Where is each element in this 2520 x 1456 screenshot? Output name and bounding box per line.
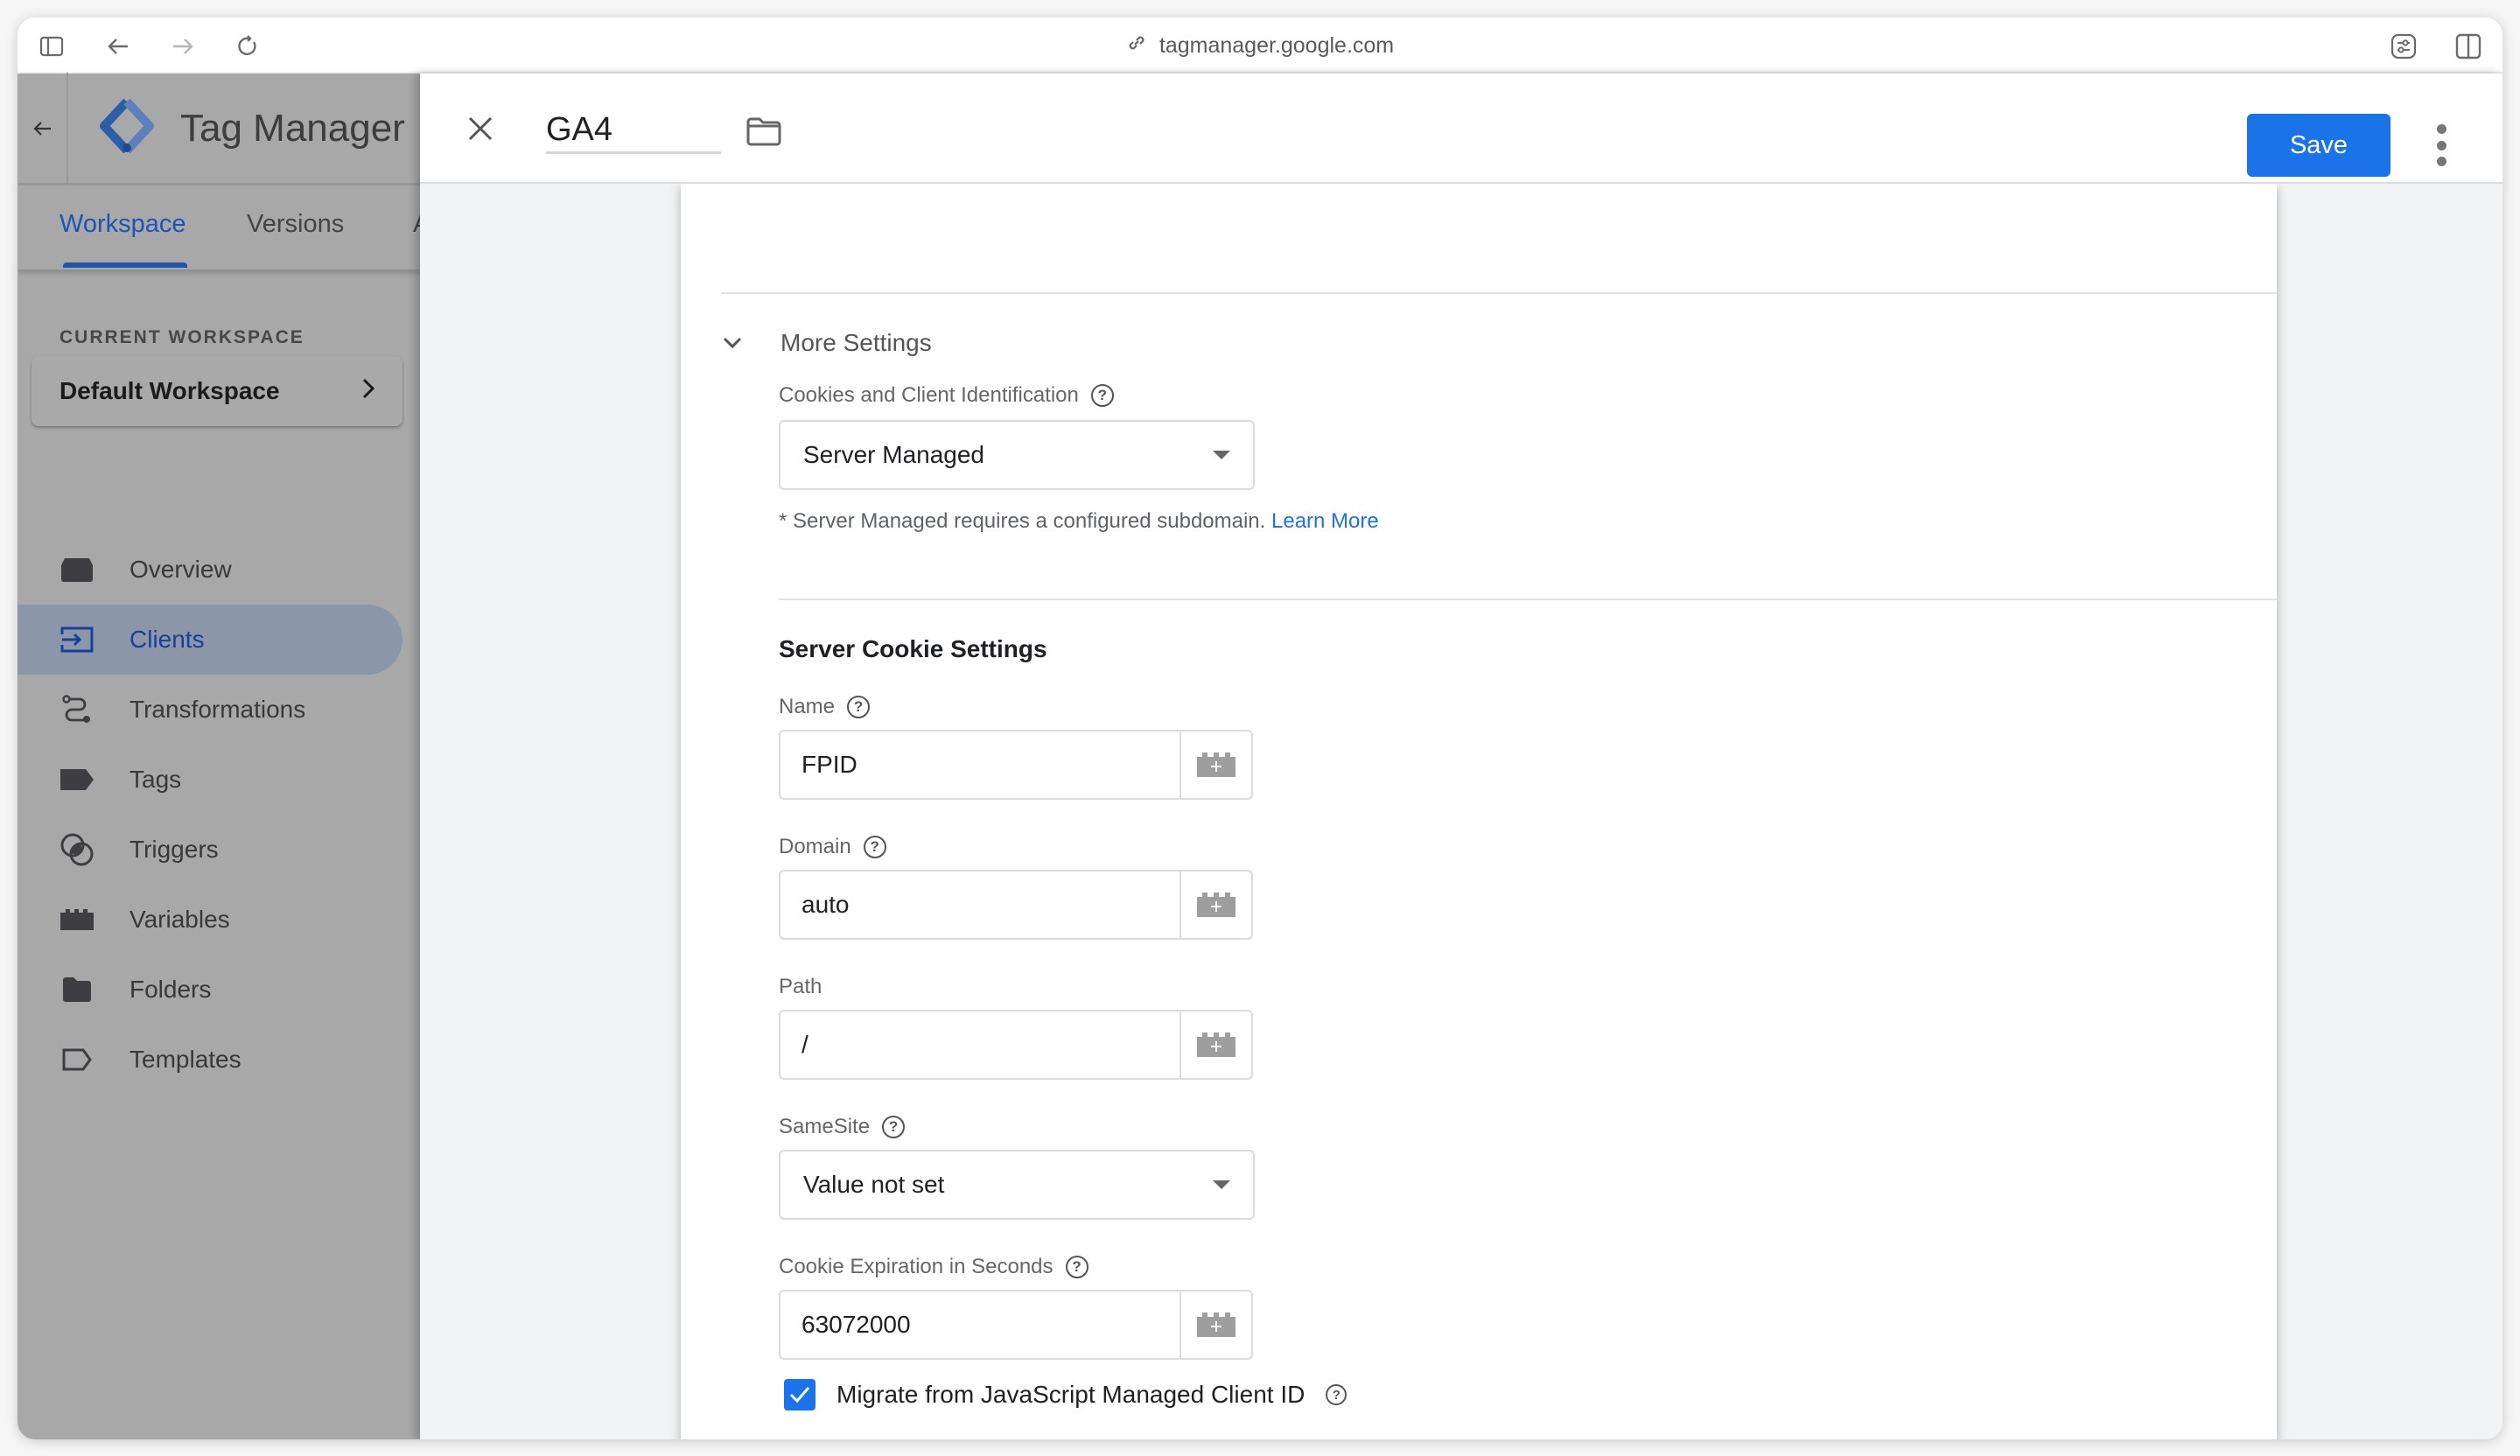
panel-header: Save <box>420 74 2502 184</box>
client-editor-panel: Save More Settings Cookies and Client Id… <box>420 74 2502 1439</box>
migrate-client-id-label: Migrate from JavaScript Managed Client I… <box>836 1381 1306 1408</box>
chevron-right-icon <box>362 377 375 405</box>
close-button[interactable] <box>460 108 500 149</box>
expiration-label: Cookie Expiration in Seconds ? <box>779 1255 1088 1279</box>
app-area: Tag Manager Workspace Versions A CURRENT… <box>18 72 2502 1439</box>
variable-add-icon <box>1197 1032 1236 1057</box>
extension-settings-icon[interactable] <box>2390 33 2417 60</box>
sidebar-item-variables[interactable]: Variables <box>18 885 402 955</box>
learn-more-link[interactable]: Learn More <box>1271 509 1379 533</box>
browser-window: tagmanager.google.com Tag Manager Worksp… <box>18 18 2502 1439</box>
domain-label: Domain ? <box>779 835 886 859</box>
sidebar-tabs: Workspace Versions A <box>18 186 430 270</box>
variable-add-icon <box>1197 1312 1236 1337</box>
help-icon[interactable]: ? <box>1326 1384 1348 1405</box>
client-configuration-card: More Settings Cookies and Client Identif… <box>681 184 2277 1439</box>
sidebar-item-tags[interactable]: Tags <box>18 745 402 815</box>
help-icon[interactable]: ? <box>1090 384 1114 407</box>
overview-icon <box>60 552 94 587</box>
folder-outline-icon <box>746 117 781 146</box>
folder-icon <box>60 972 94 1007</box>
sidebar-item-folders[interactable]: Folders <box>18 955 402 1025</box>
more-settings-label: More Settings <box>780 329 932 356</box>
dropdown-caret-icon <box>1213 451 1230 459</box>
cookie-name-field <box>779 730 1253 800</box>
address-bar[interactable]: tagmanager.google.com <box>18 18 2502 74</box>
samesite-label: SameSite ? <box>779 1115 906 1139</box>
server-managed-note: * Server Managed requires a configured s… <box>779 509 1379 533</box>
clients-icon <box>60 622 94 657</box>
name-label: Name ? <box>779 695 871 719</box>
help-icon[interactable]: ? <box>847 696 871 718</box>
cookie-expiration-input[interactable] <box>780 1292 1180 1358</box>
url-text: tagmanager.google.com <box>1158 32 1395 58</box>
sidebar-item-overview[interactable]: Overview <box>18 535 402 605</box>
cookie-domain-field <box>779 870 1253 940</box>
insert-variable-button[interactable] <box>1180 1012 1251 1078</box>
checkmark-icon <box>789 1387 810 1404</box>
divider <box>721 292 2277 294</box>
sidebar-item-triggers[interactable]: Triggers <box>18 815 402 885</box>
templates-icon <box>60 1042 94 1077</box>
divider <box>779 598 2277 600</box>
split-view-icon[interactable] <box>2455 33 2482 60</box>
tab-versions[interactable]: Versions <box>247 210 344 239</box>
cookies-label: Cookies and Client Identification ? <box>779 383 1114 408</box>
link-icon <box>1126 32 1147 60</box>
help-icon[interactable]: ? <box>863 836 886 858</box>
insert-variable-button[interactable] <box>1180 732 1251 798</box>
back-button[interactable] <box>18 72 68 185</box>
more-options-icon[interactable] <box>2432 124 2450 166</box>
sidebar-item-templates[interactable]: Templates <box>18 1025 402 1095</box>
save-button[interactable]: Save <box>2247 114 2390 177</box>
cookie-path-input[interactable] <box>780 1012 1180 1078</box>
dropdown-caret-icon <box>1213 1180 1230 1189</box>
cookie-name-input[interactable] <box>780 732 1180 798</box>
sidebar-item-transformations[interactable]: Transformations <box>18 675 402 745</box>
triggers-icon <box>60 832 94 867</box>
sidebar-nav: Overview Clients Transformations Tags Tr… <box>18 535 402 1095</box>
cookie-domain-input[interactable] <box>780 872 1180 938</box>
cookie-expiration-field <box>779 1290 1253 1360</box>
close-icon <box>468 116 493 141</box>
help-icon[interactable]: ? <box>1065 1256 1088 1278</box>
tag-icon <box>60 762 94 797</box>
tag-manager-logo-icon <box>100 98 154 158</box>
workspace-selector[interactable]: Default Workspace <box>32 356 402 426</box>
insert-variable-button[interactable] <box>1180 872 1251 938</box>
client-name-input[interactable] <box>546 108 721 154</box>
chevron-down-icon <box>723 337 742 349</box>
tab-workspace[interactable]: Workspace <box>60 210 186 239</box>
transformations-icon <box>60 692 94 727</box>
cookies-identification-select[interactable]: Server Managed <box>779 420 1255 490</box>
sidebar-header: Tag Manager <box>18 72 420 186</box>
sidebar: Tag Manager Workspace Versions A CURRENT… <box>18 72 430 1439</box>
workspace-name: Default Workspace <box>60 377 280 404</box>
app-brand: Tag Manager <box>180 106 405 150</box>
current-workspace-label: CURRENT WORKSPACE <box>60 327 304 347</box>
path-label: Path <box>779 975 822 998</box>
insert-variable-button[interactable] <box>1180 1292 1251 1358</box>
section-title: Server Cookie Settings <box>779 635 1047 662</box>
browser-toolbar: tagmanager.google.com <box>18 18 2502 74</box>
migrate-client-id-row: Migrate from JavaScript Managed Client I… <box>784 1379 1348 1410</box>
variable-add-icon <box>1197 752 1236 777</box>
variable-add-icon <box>1197 892 1236 917</box>
more-settings-toggle[interactable]: More Settings <box>723 329 932 357</box>
help-icon[interactable]: ? <box>882 1116 906 1138</box>
cookie-path-field <box>779 1010 1253 1080</box>
active-tab-indicator <box>63 262 187 268</box>
samesite-select[interactable]: Value not set <box>779 1150 1255 1220</box>
folder-button[interactable] <box>744 112 784 150</box>
migrate-client-id-checkbox[interactable] <box>784 1379 816 1410</box>
variables-icon <box>60 902 94 937</box>
sidebar-item-clients[interactable]: Clients <box>18 605 402 675</box>
